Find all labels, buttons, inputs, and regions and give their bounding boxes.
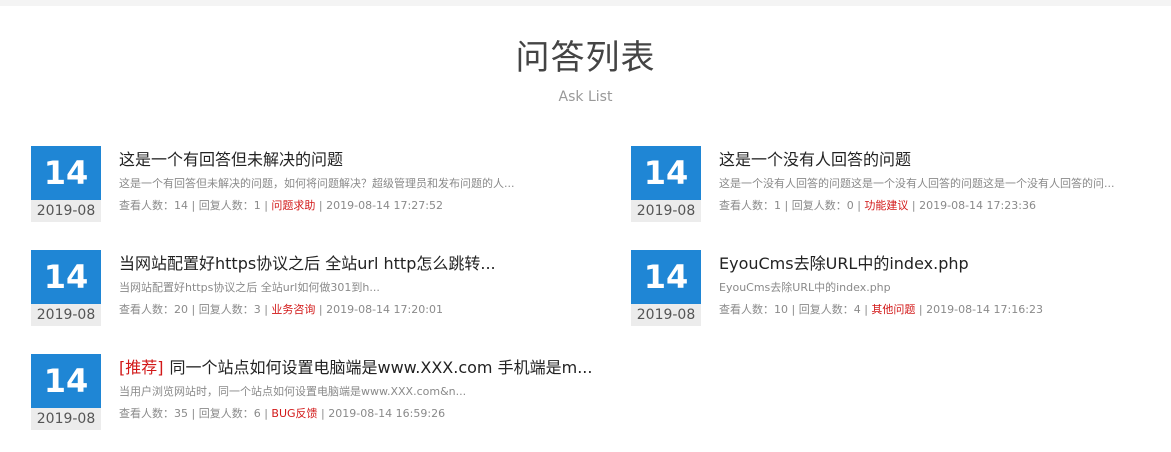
date-month: 2019-08 (31, 200, 101, 222)
question-item[interactable]: 14 2019-08 当网站配置好https协议之后 全站url http怎么跳… (31, 250, 551, 330)
meta-separator: | (781, 199, 792, 212)
question-item[interactable]: 14 2019-08 这是一个没有人回答的问题 这是一个没有人回答的问题这是一个… (631, 146, 1151, 226)
question-title: 当网站配置好https协议之后 全站url http怎么跳转... (119, 254, 496, 273)
post-time: 2019-08-14 17:27:52 (326, 199, 443, 212)
question-content: 当网站配置好https协议之后 全站url http怎么跳转... 当网站配置好… (119, 250, 559, 318)
meta-separator: | (915, 303, 927, 316)
views-label: 查看人数： (119, 407, 174, 420)
views-count: 1 (774, 199, 781, 212)
question-title-link[interactable]: EyouCms去除URL中的index.php (719, 252, 1159, 276)
meta-separator: | (260, 303, 272, 316)
meta-separator: | (860, 303, 872, 316)
top-bar (0, 0, 1171, 6)
date-month: 2019-08 (631, 304, 701, 326)
meta-separator: | (315, 199, 327, 212)
question-content: EyouCms去除URL中的index.php EyouCms去除URL中的in… (719, 250, 1159, 318)
views-count: 14 (174, 199, 188, 212)
question-summary: 这是一个没有人回答的问题这是一个没有人回答的问题这是一个没有人回答的问... (719, 177, 1115, 190)
question-item[interactable]: 14 2019-08 EyouCms去除URL中的index.php EyouC… (631, 250, 1151, 330)
views-label: 查看人数： (119, 303, 174, 316)
meta-separator: | (315, 303, 327, 316)
views-count: 20 (174, 303, 188, 316)
date-month: 2019-08 (31, 304, 101, 326)
meta-separator: | (188, 199, 199, 212)
replies-label: 回复人数： (791, 199, 847, 212)
meta-separator: | (188, 407, 199, 420)
category-link[interactable]: BUG反馈 (271, 407, 317, 420)
question-title-link[interactable]: 当网站配置好https协议之后 全站url http怎么跳转... (119, 252, 559, 276)
post-time: 2019-08-14 17:23:36 (919, 199, 1036, 212)
date-month: 2019-08 (31, 408, 101, 430)
question-summary: 当用户浏览网站时，同一个站点如何设置电脑端是www.XXX.com&n... (119, 385, 467, 398)
question-item[interactable]: 14 2019-08 这是一个有回答但未解决的问题 这是一个有回答但未解决的问题… (31, 146, 551, 226)
date-day: 14 (31, 146, 101, 200)
question-summary: 当网站配置好https协议之后 全站url如何做301到h... (119, 281, 380, 294)
meta-separator: | (260, 199, 272, 212)
question-meta: 查看人数：14 | 回复人数：1 | 问题求助 | 2019-08-14 17:… (119, 198, 559, 214)
views-label: 查看人数： (119, 199, 174, 212)
question-content: 这是一个没有人回答的问题 这是一个没有人回答的问题这是一个没有人回答的问题这是一… (719, 146, 1159, 214)
replies-count: 6 (253, 407, 261, 420)
replies-count: 0 (846, 199, 854, 212)
post-time: 2019-08-14 16:59:26 (328, 407, 446, 420)
question-meta: 查看人数：1 | 回复人数：0 | 功能建议 | 2019-08-14 17:2… (719, 198, 1159, 214)
date-badge: 14 2019-08 (31, 354, 101, 430)
meta-separator: | (853, 199, 865, 212)
question-title: 同一个站点如何设置电脑端是www.XXX.com 手机端是m... (169, 358, 593, 377)
question-title-link[interactable]: 这是一个有回答但未解决的问题 (119, 148, 559, 172)
question-content: [推荐] 同一个站点如何设置电脑端是www.XXX.com 手机端是m... 当用… (119, 354, 592, 422)
post-time: 2019-08-14 17:16:23 (926, 303, 1043, 316)
category-link[interactable]: 问题求助 (271, 199, 315, 212)
meta-separator: | (908, 199, 920, 212)
section-header: 问答列表 Ask List (0, 36, 1171, 106)
replies-count: 3 (253, 303, 261, 316)
page-subtitle: Ask List (558, 89, 613, 105)
question-title-link[interactable]: [推荐] 同一个站点如何设置电脑端是www.XXX.com 手机端是m... (119, 356, 592, 380)
replies-count: 4 (853, 303, 861, 316)
date-badge: 14 2019-08 (631, 250, 701, 326)
page-title: 问答列表 (515, 38, 656, 78)
replies-count: 1 (253, 199, 261, 212)
question-title: EyouCms去除URL中的index.php (719, 254, 969, 273)
replies-label: 回复人数： (198, 303, 254, 316)
replies-label: 回复人数： (198, 199, 254, 212)
date-day: 14 (31, 354, 101, 408)
date-day: 14 (31, 250, 101, 304)
date-month: 2019-08 (631, 200, 701, 222)
question-title: 这是一个有回答但未解决的问题 (119, 150, 344, 169)
date-day: 14 (631, 146, 701, 200)
question-meta: 查看人数：10 | 回复人数：4 | 其他问题 | 2019-08-14 17:… (719, 302, 1159, 318)
date-badge: 14 2019-08 (31, 146, 101, 222)
question-title-link[interactable]: 这是一个没有人回答的问题 (719, 148, 1159, 172)
question-summary: EyouCms去除URL中的index.php (719, 281, 891, 294)
meta-separator: | (260, 407, 272, 420)
views-label: 查看人数： (719, 303, 774, 316)
replies-label: 回复人数： (198, 407, 254, 420)
recommend-tag: [推荐] (119, 358, 164, 377)
meta-separator: | (788, 303, 799, 316)
date-day: 14 (631, 250, 701, 304)
views-count: 35 (174, 407, 188, 420)
question-content: 这是一个有回答但未解决的问题 这是一个有回答但未解决的问题，如何将问题解决？超级… (119, 146, 559, 214)
question-meta: 查看人数：35 | 回复人数：6 | BUG反馈 | 2019-08-14 16… (119, 406, 559, 422)
date-badge: 14 2019-08 (31, 250, 101, 326)
category-link[interactable]: 其他问题 (871, 303, 915, 316)
category-link[interactable]: 业务咨询 (271, 303, 315, 316)
date-badge: 14 2019-08 (631, 146, 701, 222)
question-meta: 查看人数：20 | 回复人数：3 | 业务咨询 | 2019-08-14 17:… (119, 302, 559, 318)
question-item[interactable]: 14 2019-08 [推荐] 同一个站点如何设置电脑端是www.XXX.com … (31, 354, 592, 434)
replies-label: 回复人数： (798, 303, 854, 316)
post-time: 2019-08-14 17:20:01 (326, 303, 443, 316)
views-count: 10 (774, 303, 788, 316)
question-title: 这是一个没有人回答的问题 (719, 150, 912, 169)
meta-separator: | (317, 407, 329, 420)
category-link[interactable]: 功能建议 (864, 199, 908, 212)
question-summary: 这是一个有回答但未解决的问题，如何将问题解决？超级管理员和发布问题的人... (119, 177, 515, 190)
meta-separator: | (188, 303, 199, 316)
views-label: 查看人数： (719, 199, 774, 212)
